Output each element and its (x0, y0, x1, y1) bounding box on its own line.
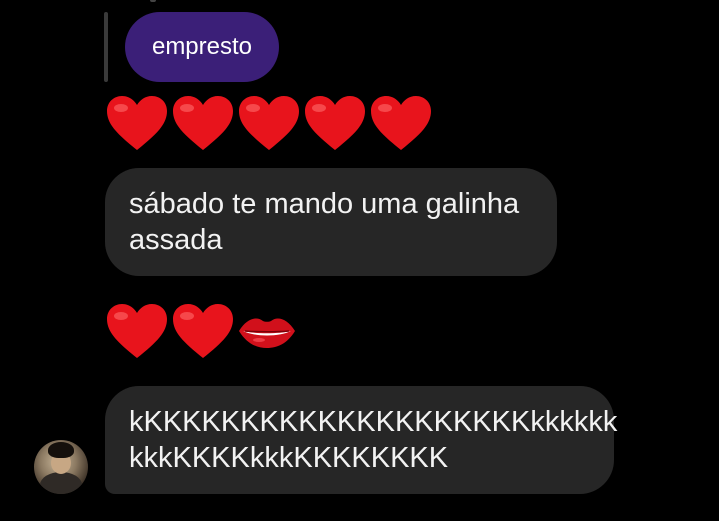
message-text-line: assada (129, 224, 223, 256)
red-heart-icon (369, 94, 433, 152)
message-bubble[interactable]: sábado te mando uma galinha assada (105, 168, 557, 276)
reply-preview-text: empresto (151, 33, 253, 60)
message-text-line: kKKKKKKKKKKKKKKKKKKKKkkkkkk (129, 406, 618, 438)
reply-preview-bubble[interactable]: empresto (125, 12, 279, 82)
chat-screen: empresto sábado te mando uma galinha ass… (0, 0, 719, 521)
red-heart-icon (105, 94, 169, 152)
red-heart-icon (171, 94, 235, 152)
emoji-message-hearts[interactable] (105, 94, 435, 152)
sender-avatar[interactable] (34, 440, 88, 494)
emoji-message-hearts-lips[interactable] (105, 302, 297, 360)
red-heart-icon (303, 94, 367, 152)
reply-quote-bar (104, 12, 108, 82)
red-heart-icon (105, 302, 169, 360)
red-heart-icon (171, 302, 235, 360)
top-fragment (150, 0, 156, 2)
kiss-mark-lips-icon (237, 312, 297, 350)
message-text-line: sábado te mando uma galinha (129, 188, 520, 220)
message-bubble[interactable]: kKKKKKKKKKKKKKKKKKKKKkkkkkk kkkKKKKkkkKK… (105, 386, 618, 494)
message-text-line: kkkKKKKkkkKKKKKKKK (129, 442, 449, 474)
red-heart-icon (237, 94, 301, 152)
